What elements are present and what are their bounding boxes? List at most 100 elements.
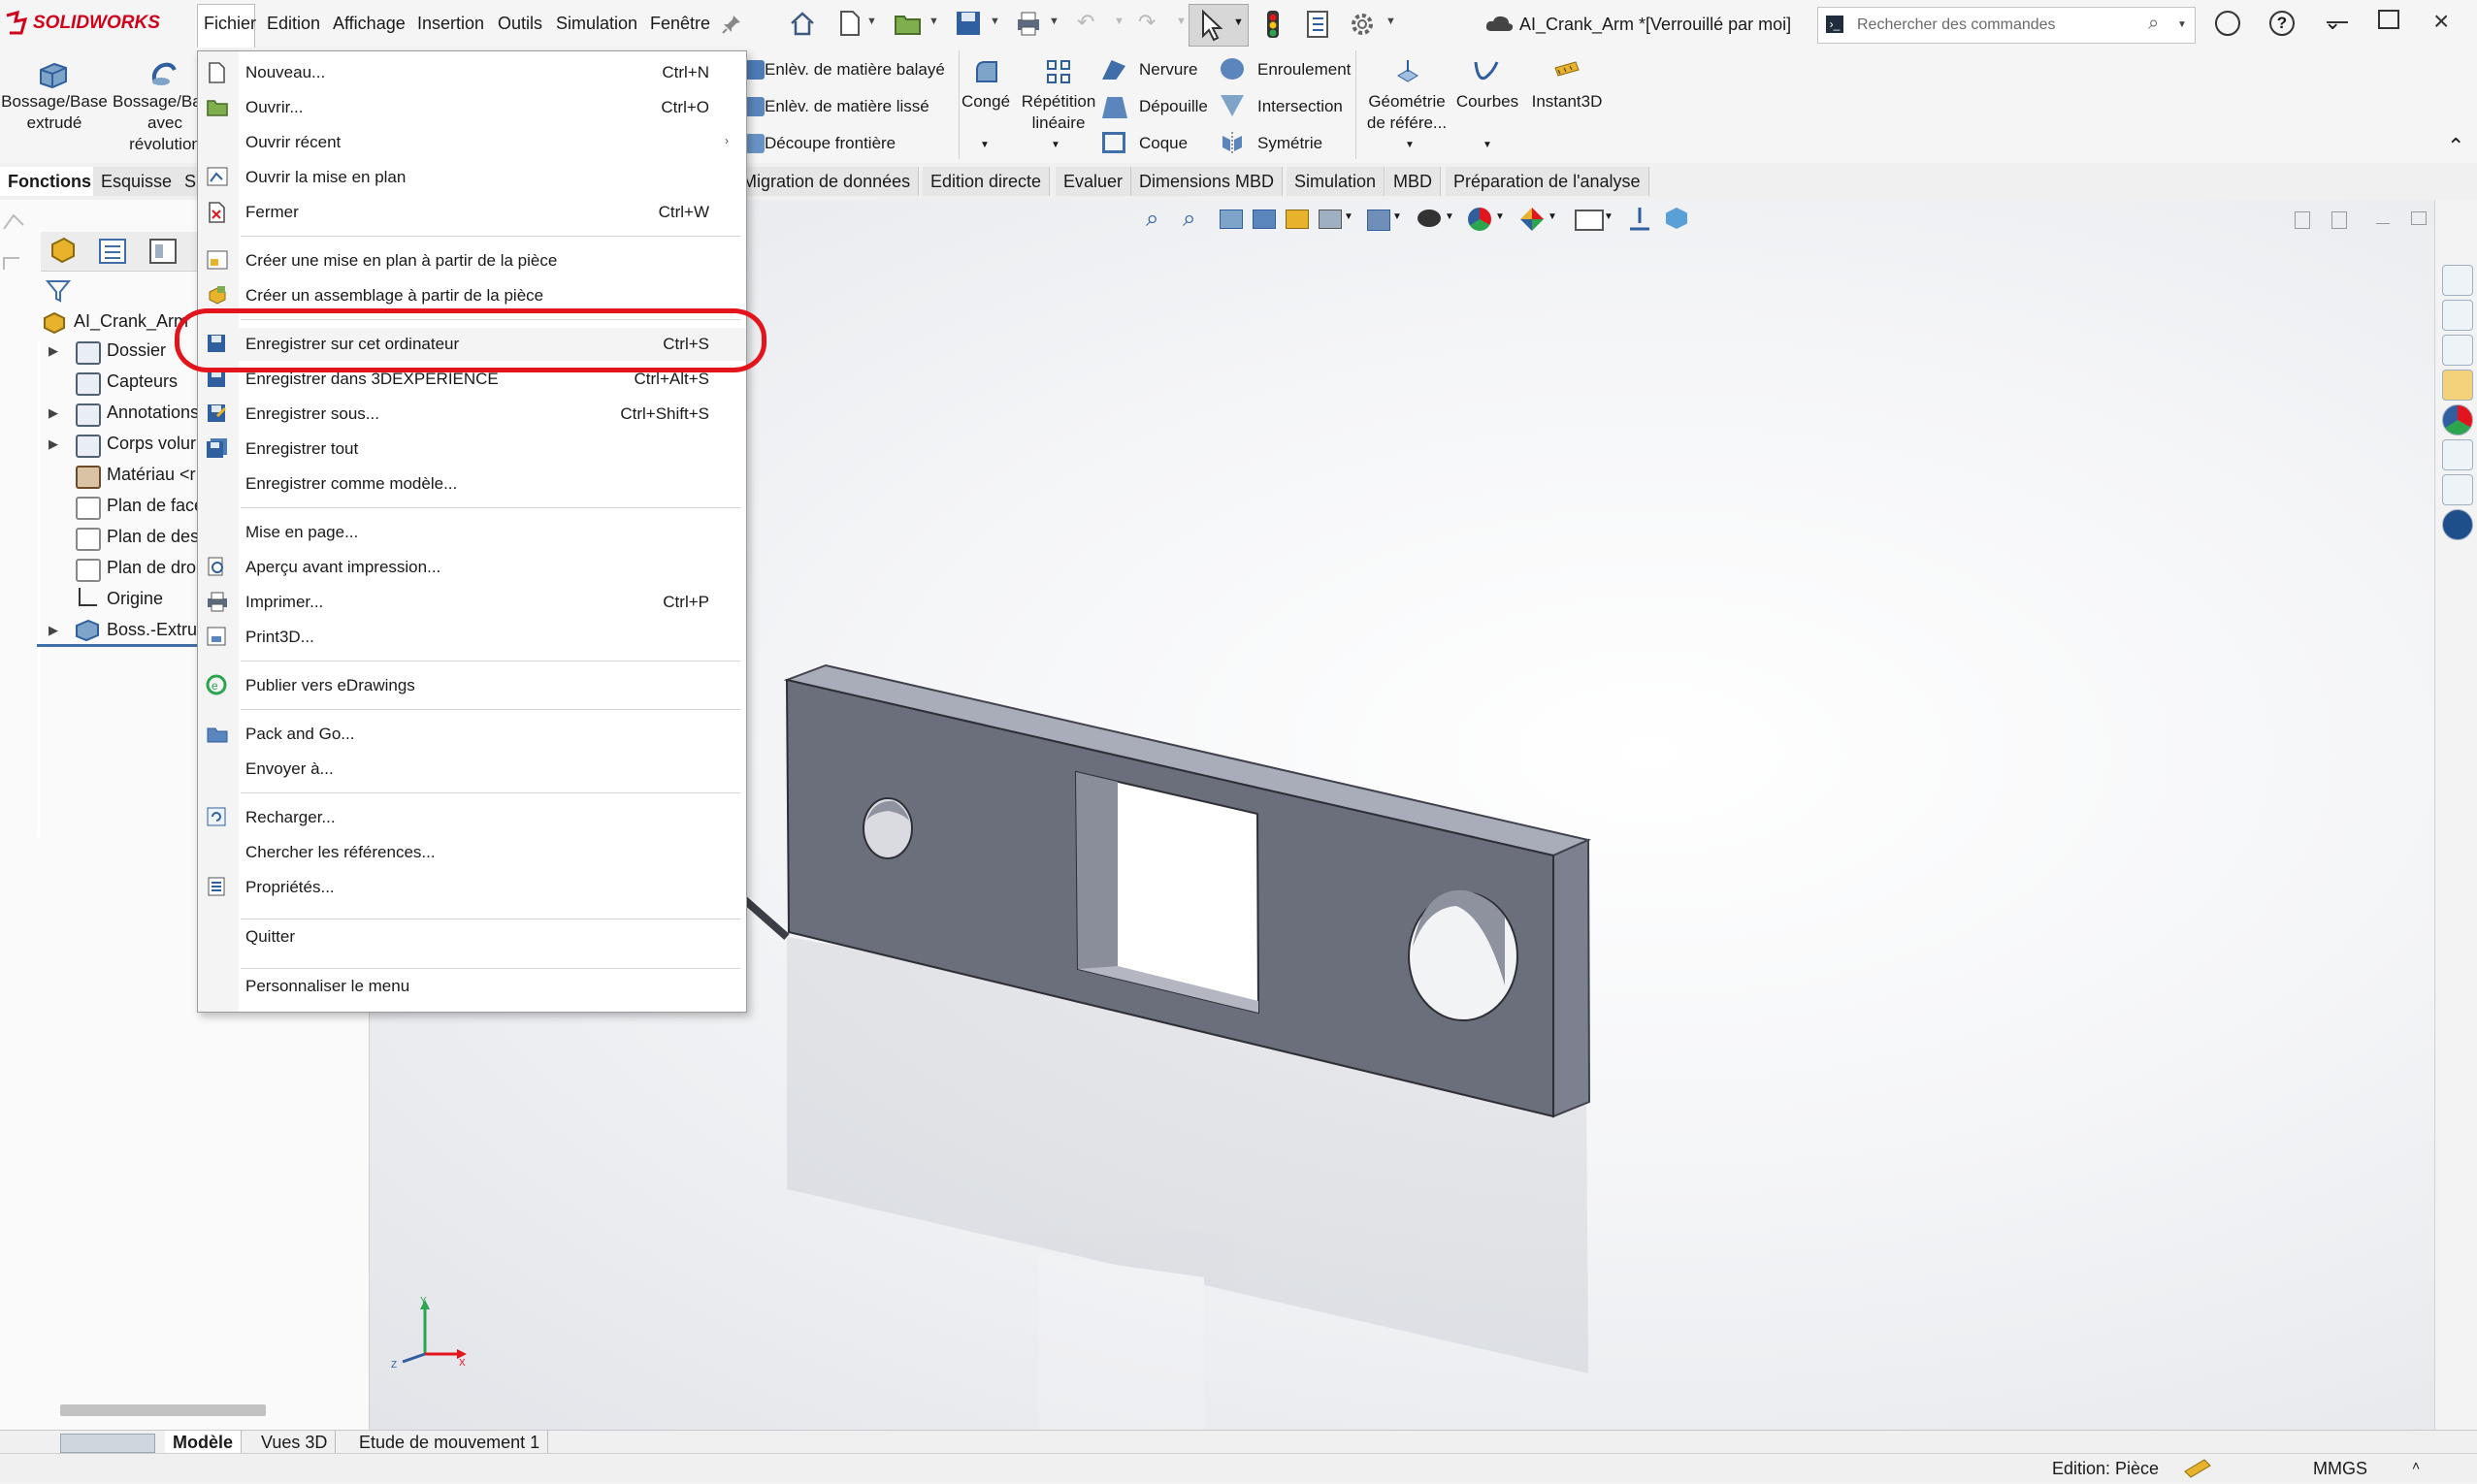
tree-item-corps-volumiques[interactable]: Corps volur <box>107 434 196 454</box>
tab-preparation-analyse[interactable]: Préparation de l'analyse <box>1446 167 1649 196</box>
swept-cut-label[interactable]: Enlèv. de matière balayé <box>765 60 945 80</box>
expand-arrow-icon[interactable]: ▶ <box>49 343 58 359</box>
chevron-down-icon[interactable]: ▼ <box>1233 16 1244 28</box>
chevron-down-icon[interactable]: ▼ <box>2177 19 2187 30</box>
search-icon[interactable]: ⌕ <box>2148 13 2159 35</box>
menu-outils[interactable]: Outils <box>498 14 542 34</box>
tree-item-plan-droite[interactable]: Plan de dro <box>107 558 196 578</box>
minimize-icon[interactable] <box>2327 21 2348 23</box>
draft-label[interactable]: Dépouille <box>1139 97 1208 116</box>
menu-fichier[interactable]: Fichier <box>204 14 256 34</box>
options-gear-icon[interactable] <box>1347 9 1378 45</box>
chevron-down-icon[interactable]: ▼ <box>1051 140 1060 150</box>
configuration-manager-tab-icon[interactable] <box>147 237 180 266</box>
mirror-icon[interactable] <box>1221 132 1244 153</box>
draft-icon[interactable] <box>1102 97 1127 118</box>
menu-item-chercher-references[interactable]: Chercher les références... <box>198 836 746 869</box>
menu-edition[interactable]: Edition <box>267 14 320 34</box>
home-icon[interactable] <box>788 9 817 43</box>
redo-icon[interactable]: ↷ <box>1138 10 1156 35</box>
menu-item-pack-and-go[interactable]: Pack and Go... <box>198 718 746 751</box>
instant3d-icon[interactable] <box>1552 58 1581 90</box>
menu-insertion[interactable]: Insertion <box>417 14 484 34</box>
menu-item-enregistrer-modele[interactable]: Enregistrer comme modèle... <box>198 468 746 500</box>
tree-item-origine[interactable]: Origine <box>107 589 163 609</box>
menu-item-enregistrer-sous[interactable]: Enregistrer sous... Ctrl+Shift+S <box>198 398 746 431</box>
tab-esquisse[interactable]: Esquisse <box>93 167 181 196</box>
boss-revolve-label-1[interactable]: Bossage/Base <box>113 91 219 113</box>
select-tool-button[interactable]: ▼ <box>1189 4 1249 47</box>
linear-pattern-icon[interactable] <box>1045 58 1072 90</box>
chevron-down-icon[interactable]: ▼ <box>1114 16 1124 27</box>
pin-icon[interactable] <box>721 14 742 40</box>
menu-item-ouvrir[interactable]: Ouvrir... Ctrl+O <box>198 91 746 124</box>
tree-item-boss-extrude[interactable]: Boss.-Extru... <box>107 620 212 640</box>
print-icon[interactable] <box>1014 9 1043 43</box>
menu-simulation[interactable]: Simulation <box>556 14 637 34</box>
reference-geometry-label-1[interactable]: Géométrie <box>1358 91 1455 113</box>
tab-evaluer[interactable]: Evaluer <box>1056 167 1132 196</box>
menu-item-ouvrir-recent[interactable]: Ouvrir récent › <box>198 126 746 159</box>
menu-item-recharger[interactable]: Recharger... <box>198 801 746 834</box>
expand-arrow-icon[interactable]: ▶ <box>49 623 58 638</box>
file-properties-icon[interactable] <box>1305 10 1330 44</box>
save-icon[interactable] <box>954 9 983 43</box>
lofted-cut-icon[interactable] <box>745 97 765 116</box>
lofted-cut-label[interactable]: Enlèv. de matière lissé <box>765 97 929 116</box>
filter-icon[interactable] <box>45 277 72 309</box>
menu-item-imprimer[interactable]: Imprimer... Ctrl+P <box>198 586 746 619</box>
restore-icon[interactable] <box>2378 10 2399 29</box>
menu-affichage[interactable]: Affichage <box>333 14 406 34</box>
file-explorer-icon[interactable] <box>2442 335 2473 366</box>
boss-extrude-label[interactable]: Bossage/Base extrudé <box>0 91 109 134</box>
tab-dimensions-mbd[interactable]: Dimensions MBD <box>1131 167 1284 196</box>
chevron-down-icon[interactable]: ▼ <box>980 140 990 150</box>
chevron-down-icon[interactable]: ▼ <box>866 16 877 27</box>
menu-fenetre[interactable]: Fenêtre <box>650 14 710 34</box>
expand-arrow-icon[interactable]: ▶ <box>49 405 58 421</box>
chevron-down-icon[interactable]: ▼ <box>1405 140 1415 150</box>
menu-item-creer-assemblage[interactable]: Créer un assemblage à partir de la pièce <box>198 279 746 312</box>
wrap-label[interactable]: Enroulement <box>1257 60 1351 80</box>
boss-revolve-icon[interactable] <box>147 58 180 94</box>
chevron-down-icon[interactable]: ▼ <box>1049 16 1059 27</box>
linear-pattern-label-2[interactable]: linéaire <box>1014 113 1103 134</box>
chevron-down-icon[interactable]: ▼ <box>990 16 1000 27</box>
menu-item-enregistrer-tout[interactable]: Enregistrer tout <box>198 433 746 466</box>
rebuild-status-icon[interactable] <box>2183 1456 2212 1484</box>
menu-item-mise-en-page[interactable]: Mise en page... <box>198 516 746 549</box>
smart-dimension-icon[interactable] <box>0 248 33 281</box>
units-up-arrow-icon[interactable]: ˄ <box>2412 1458 2420 1473</box>
tab-scroll-arrows[interactable] <box>60 1434 155 1453</box>
feature-manager-tab-icon[interactable] <box>47 235 80 268</box>
open-folder-icon[interactable] <box>893 9 924 43</box>
menu-item-print3d[interactable]: Print3D... <box>198 621 746 654</box>
tree-item-annotations[interactable]: Annotations <box>107 403 199 423</box>
shell-label[interactable]: Coque <box>1139 134 1188 153</box>
menu-item-envoyer-a[interactable]: Envoyer à... <box>198 753 746 786</box>
help-icon[interactable]: ? <box>2269 11 2295 36</box>
reference-geometry-label-2[interactable]: de référe... <box>1358 113 1455 134</box>
tree-item-materiau[interactable]: Matériau <r <box>107 465 196 485</box>
menu-item-fermer[interactable]: Fermer Ctrl+W <box>198 196 746 229</box>
swept-cut-icon[interactable] <box>745 60 765 80</box>
status-units[interactable]: MMGS <box>2313 1459 2367 1479</box>
expand-arrow-icon[interactable]: ▶ <box>49 436 58 452</box>
tree-item-capteurs[interactable]: Capteurs <box>107 371 178 392</box>
intersect-label[interactable]: Intersection <box>1257 97 1343 116</box>
rib-icon[interactable] <box>1102 60 1125 80</box>
menu-item-quitter[interactable]: Quitter <box>198 920 746 953</box>
user-account-icon[interactable] <box>2215 11 2240 36</box>
curves-label[interactable]: Courbes <box>1451 91 1523 113</box>
mirror-label[interactable]: Symétrie <box>1257 134 1322 153</box>
chevron-down-icon[interactable]: ▼ <box>1483 140 1492 150</box>
panel-horizontal-scrollbar[interactable] <box>60 1404 266 1416</box>
tab-edition-directe[interactable]: Edition directe <box>923 167 1051 196</box>
new-document-icon[interactable] <box>836 9 864 43</box>
chevron-down-icon[interactable]: ▼ <box>1176 16 1187 27</box>
tree-item-dossier[interactable]: Dossier <box>107 340 166 361</box>
rib-label[interactable]: Nervure <box>1139 60 1197 80</box>
fillet-icon[interactable] <box>973 58 1000 90</box>
tab-modele[interactable]: Modèle <box>165 1431 243 1454</box>
view-palette-icon[interactable] <box>2442 370 2473 401</box>
